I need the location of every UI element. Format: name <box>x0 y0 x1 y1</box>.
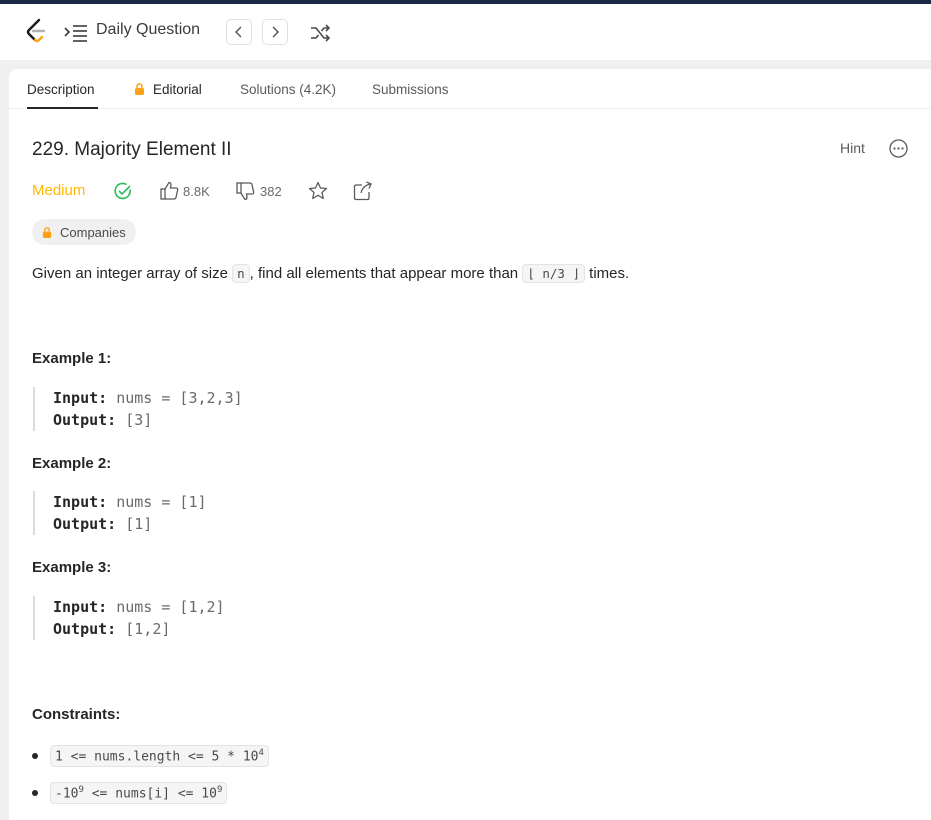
chevron-right-icon <box>272 26 280 38</box>
input-label: Input: <box>53 598 108 616</box>
constraint-2-mid: <= nums[i] <= 10 <box>83 786 217 802</box>
example-1-output: [3] <box>125 411 153 429</box>
problem-list-icon[interactable] <box>64 24 88 42</box>
constraint-2-pre: -10 <box>55 786 79 802</box>
example-3-input: nums = [1,2] <box>116 598 225 616</box>
thumbs-down-icon[interactable] <box>236 182 255 201</box>
tab-editorial[interactable]: Editorial <box>134 82 202 97</box>
dislike-count: 382 <box>260 184 282 199</box>
constraints-title: Constraints: <box>32 706 121 723</box>
floor-expression: ⌊ n/3 ⌋ <box>522 264 585 283</box>
active-tab-indicator <box>27 107 98 109</box>
chevron-left-icon <box>234 26 242 38</box>
output-label: Output: <box>53 515 117 533</box>
input-label: Input: <box>53 493 108 511</box>
more-icon[interactable] <box>889 139 908 158</box>
tab-solutions[interactable]: Solutions (4.2K) <box>240 82 336 97</box>
companies-label: Companies <box>60 224 126 240</box>
constraint-2-exponent: 9 <box>216 784 223 795</box>
tab-description[interactable]: Description <box>27 82 95 97</box>
bullet <box>32 753 38 759</box>
input-label: Input: <box>53 389 108 407</box>
example-2-title: Example 2: <box>32 455 112 472</box>
difficulty-badge: Medium <box>32 182 86 199</box>
constraint-item: -109 <= nums[i] <= 109 <box>32 781 228 805</box>
constraint-item: 1 <= nums.length <= 5 * 104 <box>32 744 269 768</box>
constraint-1-exponent: 4 <box>258 747 264 758</box>
example-1-title: Example 1: <box>32 350 112 367</box>
tab-submissions[interactable]: Submissions <box>372 82 449 97</box>
description-text-3: times. <box>585 265 630 282</box>
daily-question-label[interactable]: Daily Question <box>96 21 200 39</box>
share-icon[interactable] <box>353 181 373 201</box>
description-text-1: Given an integer array of size <box>32 265 233 282</box>
example-3-block: Input: nums = [1,2] Output: [1,2] <box>33 596 333 640</box>
tab-editorial-label: Editorial <box>153 82 202 97</box>
example-3-title: Example 3: <box>32 559 112 576</box>
like-count: 8.8K <box>183 184 210 199</box>
description-text-2: , find all elements that appear more tha… <box>249 265 523 282</box>
example-3-output: [1,2] <box>125 620 171 638</box>
hint-button[interactable]: Hint <box>840 140 865 156</box>
lock-icon <box>135 83 144 95</box>
problem-title: 229. Majority Element II <box>32 139 232 160</box>
var-n: n <box>232 264 250 283</box>
constraint-1-text: 1 <= nums.length <= 5 * 10 <box>55 749 259 765</box>
companies-tag[interactable]: Companies <box>32 219 136 245</box>
output-label: Output: <box>53 620 117 638</box>
problem-meta-row: Medium 8.8K 382 <box>32 179 432 203</box>
example-2-output: [1] <box>125 515 153 533</box>
example-2-block: Input: nums = [1] Output: [1] <box>33 491 333 535</box>
problem-description: Given an integer array of size n, find a… <box>32 264 630 283</box>
tab-bar: Description Editorial Solutions (4.2K) S… <box>9 69 931 109</box>
output-label: Output: <box>53 411 117 429</box>
shuffle-icon[interactable] <box>309 22 331 44</box>
solved-check-icon <box>114 182 131 200</box>
next-problem-button[interactable] <box>262 19 288 45</box>
star-icon[interactable] <box>308 181 328 201</box>
example-1-input: nums = [3,2,3] <box>116 389 243 407</box>
constraint-2: -109 <= nums[i] <= 109 <box>50 781 228 805</box>
example-2-input: nums = [1] <box>116 493 207 511</box>
navbar: Daily Question <box>0 4 931 60</box>
leetcode-logo[interactable] <box>24 18 48 44</box>
constraint-1: 1 <= nums.length <= 5 * 104 <box>50 744 269 768</box>
bullet <box>32 790 38 796</box>
thumbs-up-icon[interactable] <box>160 181 179 200</box>
example-1-block: Input: nums = [3,2,3] Output: [3] <box>33 387 333 431</box>
prev-problem-button[interactable] <box>226 19 252 45</box>
description-panel: Description Editorial Solutions (4.2K) S… <box>9 69 931 820</box>
lock-icon <box>42 226 52 238</box>
